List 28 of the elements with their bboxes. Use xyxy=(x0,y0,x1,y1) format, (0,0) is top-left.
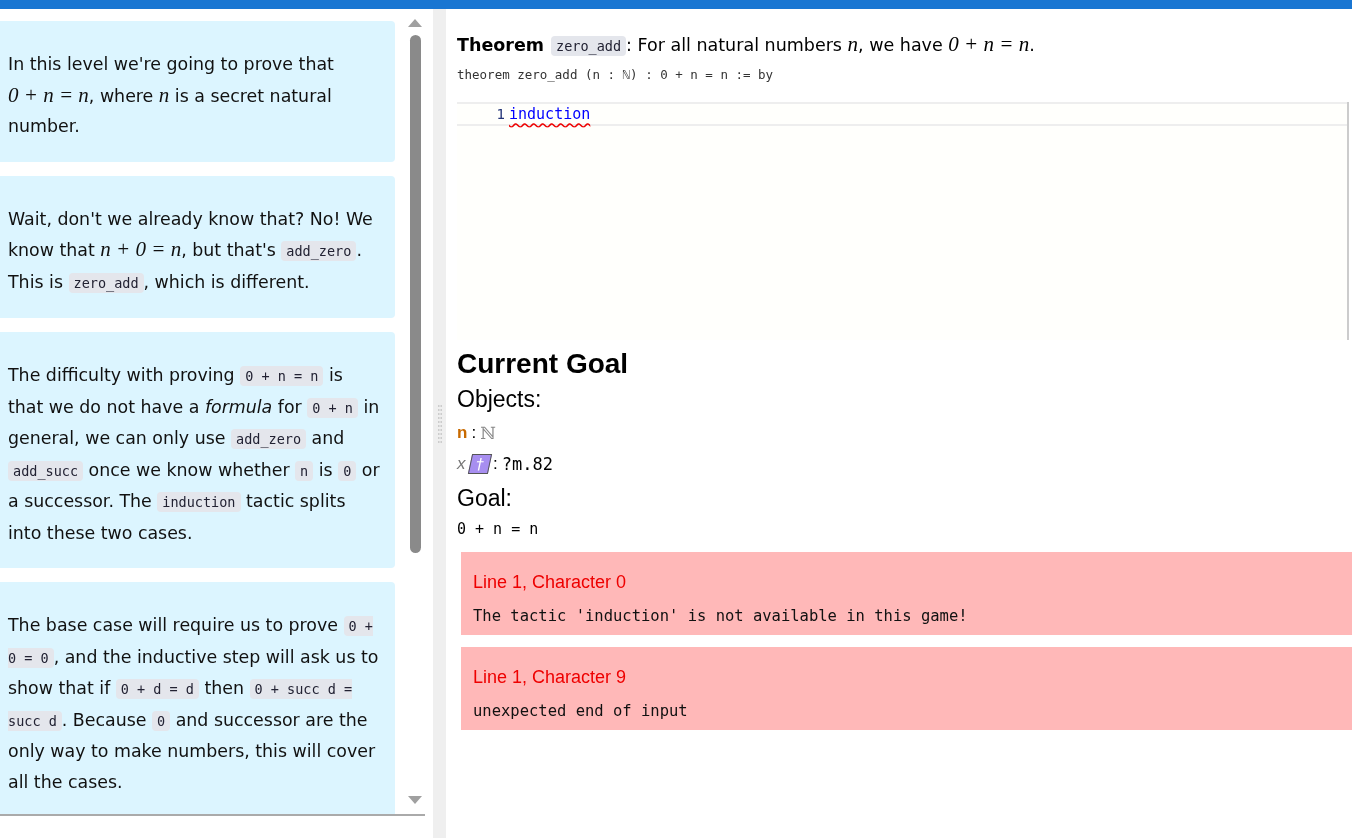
goal-heading: Goal: xyxy=(457,485,513,512)
error-text: The tactic 'induction' is not available in this game! xyxy=(473,607,969,625)
intro-paragraph: Wait, don't we already know that? No! We know that n + 0 = n, but that's add_zero . This is zero_add , which is different. xyxy=(0,175,395,318)
scrollbar-thumb[interactable] xyxy=(409,35,421,553)
goal-title: Current Goal xyxy=(457,348,630,380)
goal-expression: 0 + n = n xyxy=(457,520,540,538)
error-text: unexpected end of input xyxy=(473,702,689,720)
intro-paragraph: The base case will require us to prove 0 + 0 = 0 , and the inductive step will ask us to show that if 0 + d = d then 0 + succ d = succ d . Because 0 and successor are the only way to make numbers, this will cover all the cases. xyxy=(0,582,395,814)
code-editor[interactable]: 1 induction xyxy=(457,102,1349,340)
theorem-signature: theorem zero_add (n : ℕ) : 0 + n = n := by xyxy=(457,67,775,82)
variable-type: ?m.82 xyxy=(501,453,553,474)
error-position: Line 1, Character 0 xyxy=(473,572,628,593)
intro-paragraph: In this level we're going to prove that 0 + n = n, where n is a secret natural number. xyxy=(0,21,395,162)
scroll-down-icon[interactable] xyxy=(408,796,422,804)
error-position: Line 1, Character 9 xyxy=(473,667,628,688)
variable-name: n xyxy=(457,422,468,443)
intro-paragraph: The difficulty with proving 0 + n = n is that we do not have a formula for 0 + n in general, we can only use add_zero and add_succ once we know whether n is 0 or a successor. The induction tactic splits into these two cases. xyxy=(0,332,395,568)
objects-heading: Objects: xyxy=(457,386,543,413)
variable-type: ℕ xyxy=(480,422,496,443)
type-separator: : xyxy=(493,453,498,474)
variable-name: x xyxy=(457,453,466,474)
code-line[interactable]: induction xyxy=(509,105,591,123)
theorem-statement: Theorem zero_add : For all natural numbers n, we have 0 + n = n. xyxy=(457,31,1036,58)
resize-handle-icon[interactable] xyxy=(437,404,442,443)
type-separator: : xyxy=(471,422,477,443)
scroll-up-icon[interactable] xyxy=(408,19,422,27)
line-number: 1 xyxy=(495,106,506,122)
dagger-badge: † xyxy=(467,453,492,474)
